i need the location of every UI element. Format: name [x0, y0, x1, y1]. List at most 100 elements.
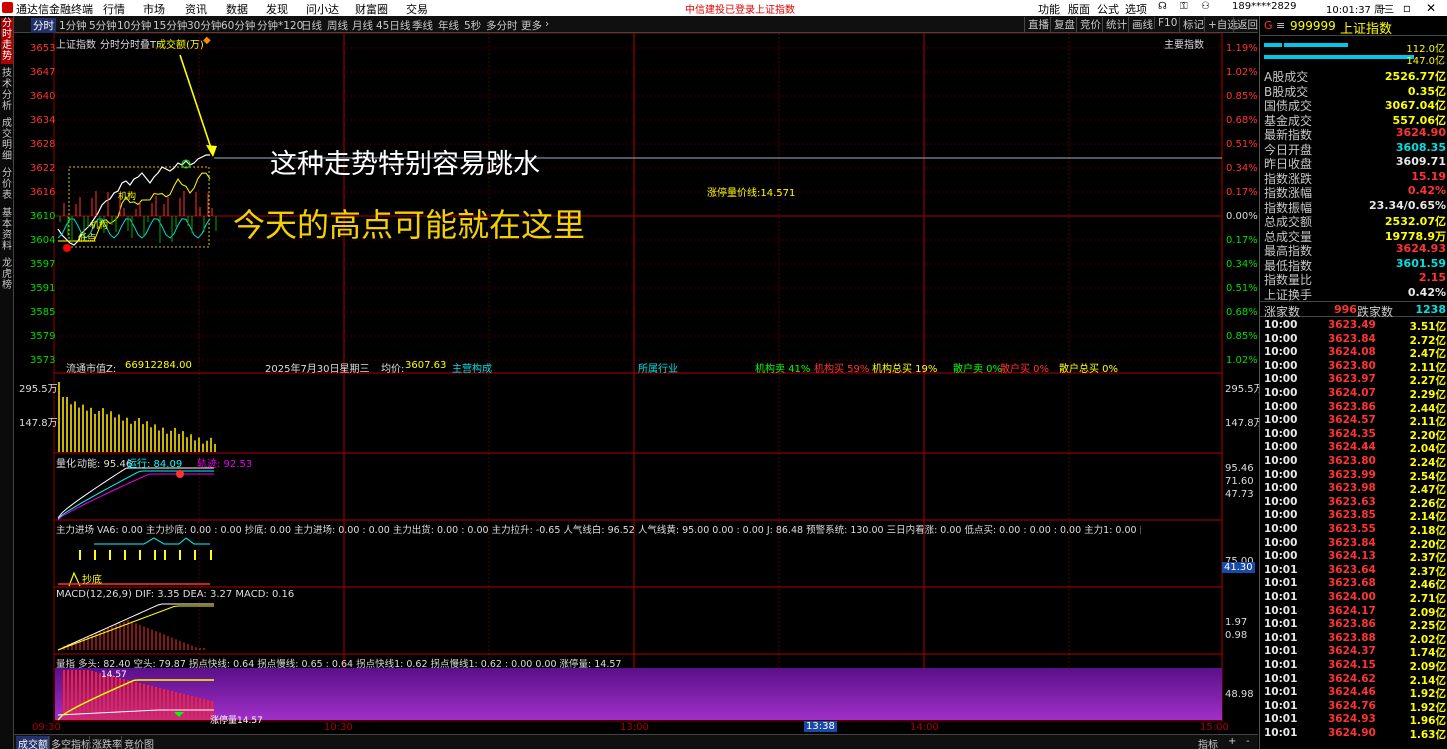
- period-5min[interactable]: 5分钟: [89, 18, 117, 33]
- nav-chengjiao[interactable]: 成交明细: [1, 118, 13, 164]
- chevron-right-icon[interactable]: ›: [545, 18, 549, 30]
- volume-bar: [178, 434, 180, 452]
- period-15min[interactable]: 15分钟: [153, 18, 187, 33]
- tick-time: 10:00: [1264, 346, 1298, 359]
- period-1min[interactable]: 1分钟: [59, 18, 87, 33]
- tick-time: 10:01: [1264, 686, 1298, 699]
- chart-mode-fenshi[interactable]: 分时: [100, 36, 120, 51]
- price-right-3: 0.68%: [1226, 115, 1258, 126]
- menu-zixun[interactable]: 资讯: [185, 1, 207, 17]
- period-month[interactable]: 月线: [352, 18, 373, 33]
- period-30min[interactable]: 30分钟: [187, 18, 221, 33]
- chart-volume-label[interactable]: 成交额(万): [156, 36, 204, 51]
- headset-icon[interactable]: ☊: [1158, 1, 1167, 12]
- price-left-12: 3579: [30, 331, 56, 342]
- tool-jingjia[interactable]: 竞价: [1076, 17, 1101, 32]
- chart-main-index[interactable]: 主要指数: [1164, 36, 1204, 51]
- period-5sec[interactable]: 5秒: [464, 18, 481, 33]
- side-row-6: 昨日收盘 3609.71: [1264, 155, 1446, 171]
- indicator-button[interactable]: 指标: [1198, 736, 1218, 749]
- volume-bar: [70, 404, 72, 452]
- tick-price: 3623.97: [1328, 373, 1376, 386]
- bottom-bar: 成交额 多空指标 涨跌率 竞价图 指标 + -: [14, 734, 1258, 749]
- period-120min[interactable]: 分钟*120: [257, 18, 303, 33]
- tick-time: 10:01: [1264, 631, 1298, 644]
- menu-jiaoyi[interactable]: 交易: [406, 1, 428, 17]
- tool-zhibo[interactable]: 直播: [1024, 17, 1049, 32]
- chart-mode-diet[interactable]: 分时叠T: [120, 36, 156, 51]
- period-60min[interactable]: 60分钟: [221, 18, 255, 33]
- zhuli-bar: [109, 550, 111, 560]
- tick-price: 3623.80: [1328, 455, 1376, 467]
- tick-price: 3623.49: [1328, 319, 1376, 331]
- period-more[interactable]: 更多: [521, 18, 542, 33]
- period-day[interactable]: 日线: [301, 18, 322, 33]
- tool-f10[interactable]: F10: [1154, 17, 1177, 29]
- close-icon[interactable]: ✕: [1420, 0, 1442, 16]
- login-status[interactable]: 中信建投已登录: [685, 1, 755, 16]
- period-year[interactable]: 年线: [438, 18, 459, 33]
- tool-tongji[interactable]: 统计: [1102, 17, 1127, 32]
- tool-huaxian[interactable]: 画线: [1128, 17, 1153, 32]
- tab-duokong[interactable]: 多空指标: [48, 736, 91, 749]
- menu-shichang[interactable]: 市场: [143, 1, 165, 17]
- minimize-icon[interactable]: –: [1372, 0, 1394, 16]
- menu-hangqing[interactable]: 行情: [103, 1, 125, 17]
- tab-chengjiaoe[interactable]: 成交额: [16, 736, 50, 749]
- nav-fenshi[interactable]: 分时走势: [1, 18, 13, 64]
- chart-area[interactable]: [14, 33, 1259, 734]
- nav-jishu[interactable]: 技术分析: [1, 68, 13, 114]
- menu-caifuquan[interactable]: 财富圈: [355, 1, 388, 17]
- period-fenshi[interactable]: 分时: [31, 18, 56, 33]
- tick-price: 3623.98: [1328, 482, 1376, 495]
- menu-gongshi[interactable]: 公式: [1097, 1, 1119, 17]
- zoom-in-button[interactable]: +: [1228, 736, 1236, 747]
- tool-fanhui[interactable]: 返回: [1233, 17, 1258, 32]
- menu-shuju[interactable]: 数据: [226, 1, 248, 17]
- side-row-value: 3608.35: [1395, 140, 1446, 154]
- jigou-label-1: 机构: [90, 221, 109, 231]
- zhuli-bar: [194, 550, 196, 560]
- diamond-icon[interactable]: ◆: [203, 35, 211, 46]
- menu-banmian[interactable]: 版面: [1068, 1, 1090, 17]
- lock-icon[interactable]: ⚿: [1180, 1, 1188, 12]
- menu-gongneng[interactable]: 功能: [1038, 1, 1060, 17]
- nav-jiben[interactable]: 基本资料: [1, 208, 13, 254]
- tool-fupan[interactable]: 复盘: [1050, 17, 1075, 32]
- menu-xuanxiang[interactable]: 选项: [1125, 1, 1147, 17]
- menu-wenxiaoda[interactable]: 问小达: [306, 1, 339, 17]
- tick-price: 3623.99: [1328, 468, 1376, 481]
- side-row-11: 总成交量 19778.9万: [1264, 228, 1446, 244]
- login-link[interactable]: 上证指数: [755, 1, 795, 16]
- side-row-label: 上证换手: [1264, 287, 1313, 302]
- menu-faxian[interactable]: 发现: [266, 1, 288, 17]
- period-45day[interactable]: 45日线: [376, 18, 410, 33]
- tick-row: 10:01 3624.17 2.09亿: [1264, 605, 1446, 619]
- lz-zt: 涨停量14.57: [210, 716, 263, 726]
- nav-longhu[interactable]: 龙虎榜: [1, 258, 13, 294]
- tab-zhangdie[interactable]: 涨跌率: [89, 736, 122, 749]
- zhuli-bar: [124, 550, 126, 560]
- tick-row: 10:00 3623.63 2.26亿: [1264, 496, 1446, 510]
- volume-bar: [162, 427, 164, 452]
- maximize-icon[interactable]: ▫: [1396, 0, 1418, 16]
- user-icon[interactable]: ⚇: [1201, 1, 1210, 12]
- period-season[interactable]: 季线: [412, 18, 433, 33]
- main-structure-link[interactable]: 主营构成: [452, 360, 492, 375]
- tool-biaoji[interactable]: 标记: [1179, 17, 1204, 32]
- period-multi[interactable]: 多分时: [486, 18, 518, 33]
- zoom-out-button[interactable]: -: [1246, 736, 1250, 747]
- tick-price: 3623.80: [1328, 359, 1376, 372]
- price-right-0: 1.19%: [1226, 43, 1258, 54]
- nav-fenjia[interactable]: 分价表: [1, 168, 13, 204]
- lh-name[interactable]: 量化: [56, 455, 76, 470]
- tick-time: 10:01: [1264, 618, 1298, 631]
- industry-link[interactable]: 所属行业: [638, 360, 678, 375]
- tick-time: 10:01: [1264, 563, 1298, 576]
- period-10min[interactable]: 10分钟: [117, 18, 151, 33]
- tick-time: 10:00: [1264, 400, 1298, 413]
- tab-jingjia[interactable]: 竞价图: [121, 736, 154, 749]
- left-nav: 分时走势 技术分析 成交明细 分价表 基本资料 龙虎榜: [0, 16, 14, 749]
- period-week[interactable]: 周线: [327, 18, 348, 33]
- menu-lines-icon[interactable]: ≡: [1276, 19, 1285, 32]
